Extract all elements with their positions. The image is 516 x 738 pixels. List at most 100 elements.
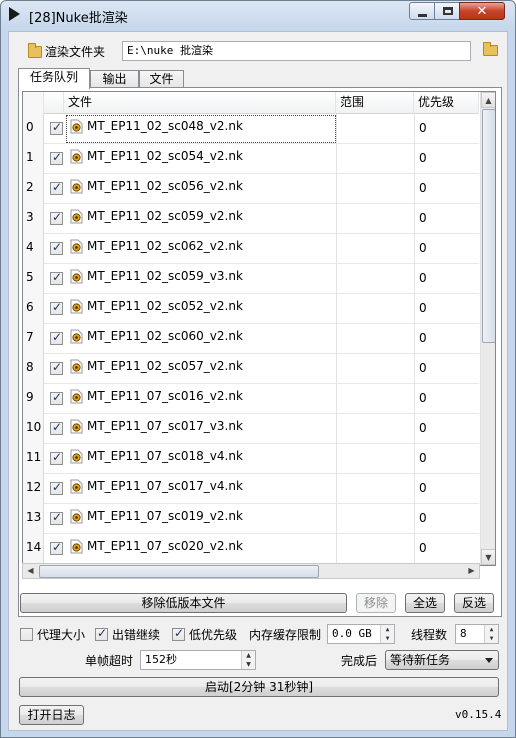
vertical-scroll-thumb[interactable] bbox=[482, 109, 495, 343]
row-enabled-checkbox[interactable] bbox=[50, 480, 63, 495]
row-number[interactable]: 14 bbox=[23, 534, 44, 564]
row-enabled-checkbox[interactable] bbox=[50, 180, 63, 195]
browse-folder-icon[interactable] bbox=[483, 42, 498, 56]
remove-button[interactable]: 移除 bbox=[356, 593, 396, 613]
row-file-name[interactable]: MT_EP11_02_sc059_v3.nk bbox=[87, 269, 243, 283]
threads-stepper[interactable]: ▲ ▼ bbox=[484, 625, 498, 643]
table-row[interactable]: 12 MT_EP11_07_sc017_v4.nk 0 bbox=[23, 474, 479, 504]
minimize-button[interactable] bbox=[409, 2, 435, 20]
select-all-button[interactable]: 全选 bbox=[405, 593, 445, 613]
header-range[interactable]: 范围 bbox=[336, 92, 414, 114]
row-priority[interactable]: 0 bbox=[419, 181, 427, 195]
frame-timeout-stepper[interactable]: ▲ ▼ bbox=[241, 651, 255, 669]
row-priority[interactable]: 0 bbox=[419, 511, 427, 525]
mem-limit-spinbox[interactable]: 0.0 GB ▲ ▼ bbox=[327, 624, 395, 644]
row-enabled-checkbox[interactable] bbox=[50, 540, 63, 555]
row-file-name[interactable]: MT_EP11_07_sc020_v2.nk bbox=[87, 539, 243, 553]
row-number[interactable]: 7 bbox=[23, 324, 44, 354]
table-row[interactable]: 8 MT_EP11_02_sc057_v2.nk 0 bbox=[23, 354, 479, 384]
header-priority[interactable]: 优先级 bbox=[414, 92, 479, 114]
row-enabled-checkbox[interactable] bbox=[50, 150, 63, 165]
row-number[interactable]: 9 bbox=[23, 384, 44, 414]
horizontal-scrollbar[interactable]: ◀ ▶ bbox=[22, 563, 480, 579]
row-file-name[interactable]: MT_EP11_02_sc062_v2.nk bbox=[87, 239, 243, 253]
close-button[interactable]: ✕ bbox=[459, 2, 505, 20]
table-row[interactable]: 10 MT_EP11_07_sc017_v3.nk 0 bbox=[23, 414, 479, 444]
down-arrow-icon[interactable]: ▼ bbox=[242, 660, 255, 669]
table-row[interactable]: 5 MT_EP11_02_sc059_v3.nk 0 bbox=[23, 264, 479, 294]
row-file-name[interactable]: MT_EP11_02_sc054_v2.nk bbox=[87, 149, 243, 163]
table-row[interactable]: 6 MT_EP11_02_sc052_v2.nk 0 bbox=[23, 294, 479, 324]
row-file-name[interactable]: MT_EP11_02_sc052_v2.nk bbox=[87, 299, 243, 313]
row-enabled-checkbox[interactable] bbox=[50, 360, 63, 375]
row-priority[interactable]: 0 bbox=[419, 451, 427, 465]
row-number[interactable]: 0 bbox=[23, 114, 44, 144]
row-enabled-checkbox[interactable] bbox=[50, 270, 63, 285]
table-row[interactable]: 3 MT_EP11_02_sc059_v2.nk 0 bbox=[23, 204, 479, 234]
row-priority[interactable]: 0 bbox=[419, 211, 427, 225]
row-enabled-checkbox[interactable] bbox=[50, 420, 63, 435]
row-file-name[interactable]: MT_EP11_07_sc016_v2.nk bbox=[87, 389, 243, 403]
row-enabled-checkbox[interactable] bbox=[50, 450, 63, 465]
scroll-left-icon[interactable]: ◀ bbox=[23, 563, 38, 579]
row-number[interactable]: 12 bbox=[23, 474, 44, 504]
mem-limit-stepper[interactable]: ▲ ▼ bbox=[380, 625, 394, 643]
row-priority[interactable]: 0 bbox=[419, 361, 427, 375]
table-row[interactable]: 11 MT_EP11_07_sc018_v4.nk 0 bbox=[23, 444, 479, 474]
start-render-button[interactable]: 启动[2分钟 31秒钟] bbox=[19, 677, 499, 697]
row-priority[interactable]: 0 bbox=[419, 421, 427, 435]
table-row[interactable]: 1 MT_EP11_02_sc054_v2.nk 0 bbox=[23, 144, 479, 174]
threads-spinbox[interactable]: 8 ▲ ▼ bbox=[455, 624, 499, 644]
row-priority[interactable]: 0 bbox=[419, 331, 427, 345]
row-enabled-checkbox[interactable] bbox=[50, 330, 63, 345]
horizontal-scroll-thumb[interactable] bbox=[39, 565, 319, 578]
up-arrow-icon[interactable]: ▲ bbox=[381, 625, 394, 634]
row-file-name[interactable]: MT_EP11_02_sc060_v2.nk bbox=[87, 329, 243, 343]
row-file-name[interactable]: MT_EP11_02_sc056_v2.nk bbox=[87, 179, 243, 193]
row-file-name[interactable]: MT_EP11_07_sc017_v4.nk bbox=[87, 479, 243, 493]
remove-old-versions-button[interactable]: 移除低版本文件 bbox=[20, 593, 347, 613]
row-priority[interactable]: 0 bbox=[419, 481, 427, 495]
vertical-scrollbar[interactable]: ▲ ▼ bbox=[480, 92, 495, 565]
tab-task-queue[interactable]: 任务队列 bbox=[18, 68, 90, 89]
scroll-down-icon[interactable]: ▼ bbox=[481, 549, 495, 565]
row-enabled-checkbox[interactable] bbox=[50, 510, 63, 525]
frame-timeout-spinbox[interactable]: 152秒 ▲ ▼ bbox=[140, 650, 256, 670]
table-row[interactable]: 9 MT_EP11_07_sc016_v2.nk 0 bbox=[23, 384, 479, 414]
continue-on-error-checkbox[interactable] bbox=[95, 626, 108, 641]
row-number[interactable]: 5 bbox=[23, 264, 44, 294]
table-row[interactable]: 4 MT_EP11_02_sc062_v2.nk 0 bbox=[23, 234, 479, 264]
table-row[interactable]: 13 MT_EP11_07_sc019_v2.nk 0 bbox=[23, 504, 479, 534]
row-priority[interactable]: 0 bbox=[419, 391, 427, 405]
row-number[interactable]: 11 bbox=[23, 444, 44, 474]
row-priority[interactable]: 0 bbox=[419, 541, 427, 555]
low-priority-checkbox[interactable] bbox=[172, 626, 185, 641]
render-folder-input[interactable]: E:\nuke 批渲染 bbox=[122, 41, 471, 61]
after-finish-select[interactable]: 等待新任务 bbox=[385, 650, 499, 670]
row-number[interactable]: 8 bbox=[23, 354, 44, 384]
header-file[interactable]: 文件 bbox=[64, 92, 336, 114]
row-file-name[interactable]: MT_EP11_07_sc019_v2.nk bbox=[87, 509, 243, 523]
row-enabled-checkbox[interactable] bbox=[50, 240, 63, 255]
row-file-name[interactable]: MT_EP11_02_sc059_v2.nk bbox=[87, 209, 243, 223]
row-priority[interactable]: 0 bbox=[419, 241, 427, 255]
table-row[interactable]: 0MT_EP11_02_sc048_v2.nk0 bbox=[23, 114, 479, 144]
row-enabled-checkbox[interactable] bbox=[50, 300, 63, 315]
table-row[interactable]: 7 MT_EP11_02_sc060_v2.nk 0 bbox=[23, 324, 479, 354]
scroll-up-icon[interactable]: ▲ bbox=[481, 92, 495, 108]
row-priority[interactable]: 0 bbox=[419, 151, 427, 165]
scroll-right-icon[interactable]: ▶ bbox=[464, 563, 479, 579]
down-arrow-icon[interactable]: ▼ bbox=[485, 634, 498, 643]
row-number[interactable]: 3 bbox=[23, 204, 44, 234]
row-priority[interactable]: 0 bbox=[419, 121, 427, 135]
up-arrow-icon[interactable]: ▲ bbox=[485, 625, 498, 634]
row-file-name[interactable]: MT_EP11_07_sc017_v3.nk bbox=[87, 419, 243, 433]
row-enabled-checkbox[interactable] bbox=[50, 210, 63, 225]
title-bar[interactable]: [28]Nuke批渲染 ✕ bbox=[1, 1, 515, 31]
row-file-name[interactable]: MT_EP11_07_sc018_v4.nk bbox=[87, 449, 243, 463]
row-file-name[interactable]: MT_EP11_02_sc057_v2.nk bbox=[87, 359, 243, 373]
up-arrow-icon[interactable]: ▲ bbox=[242, 651, 255, 660]
open-log-button[interactable]: 打开日志 bbox=[19, 705, 84, 725]
maximize-button[interactable] bbox=[434, 2, 460, 20]
row-priority[interactable]: 0 bbox=[419, 301, 427, 315]
